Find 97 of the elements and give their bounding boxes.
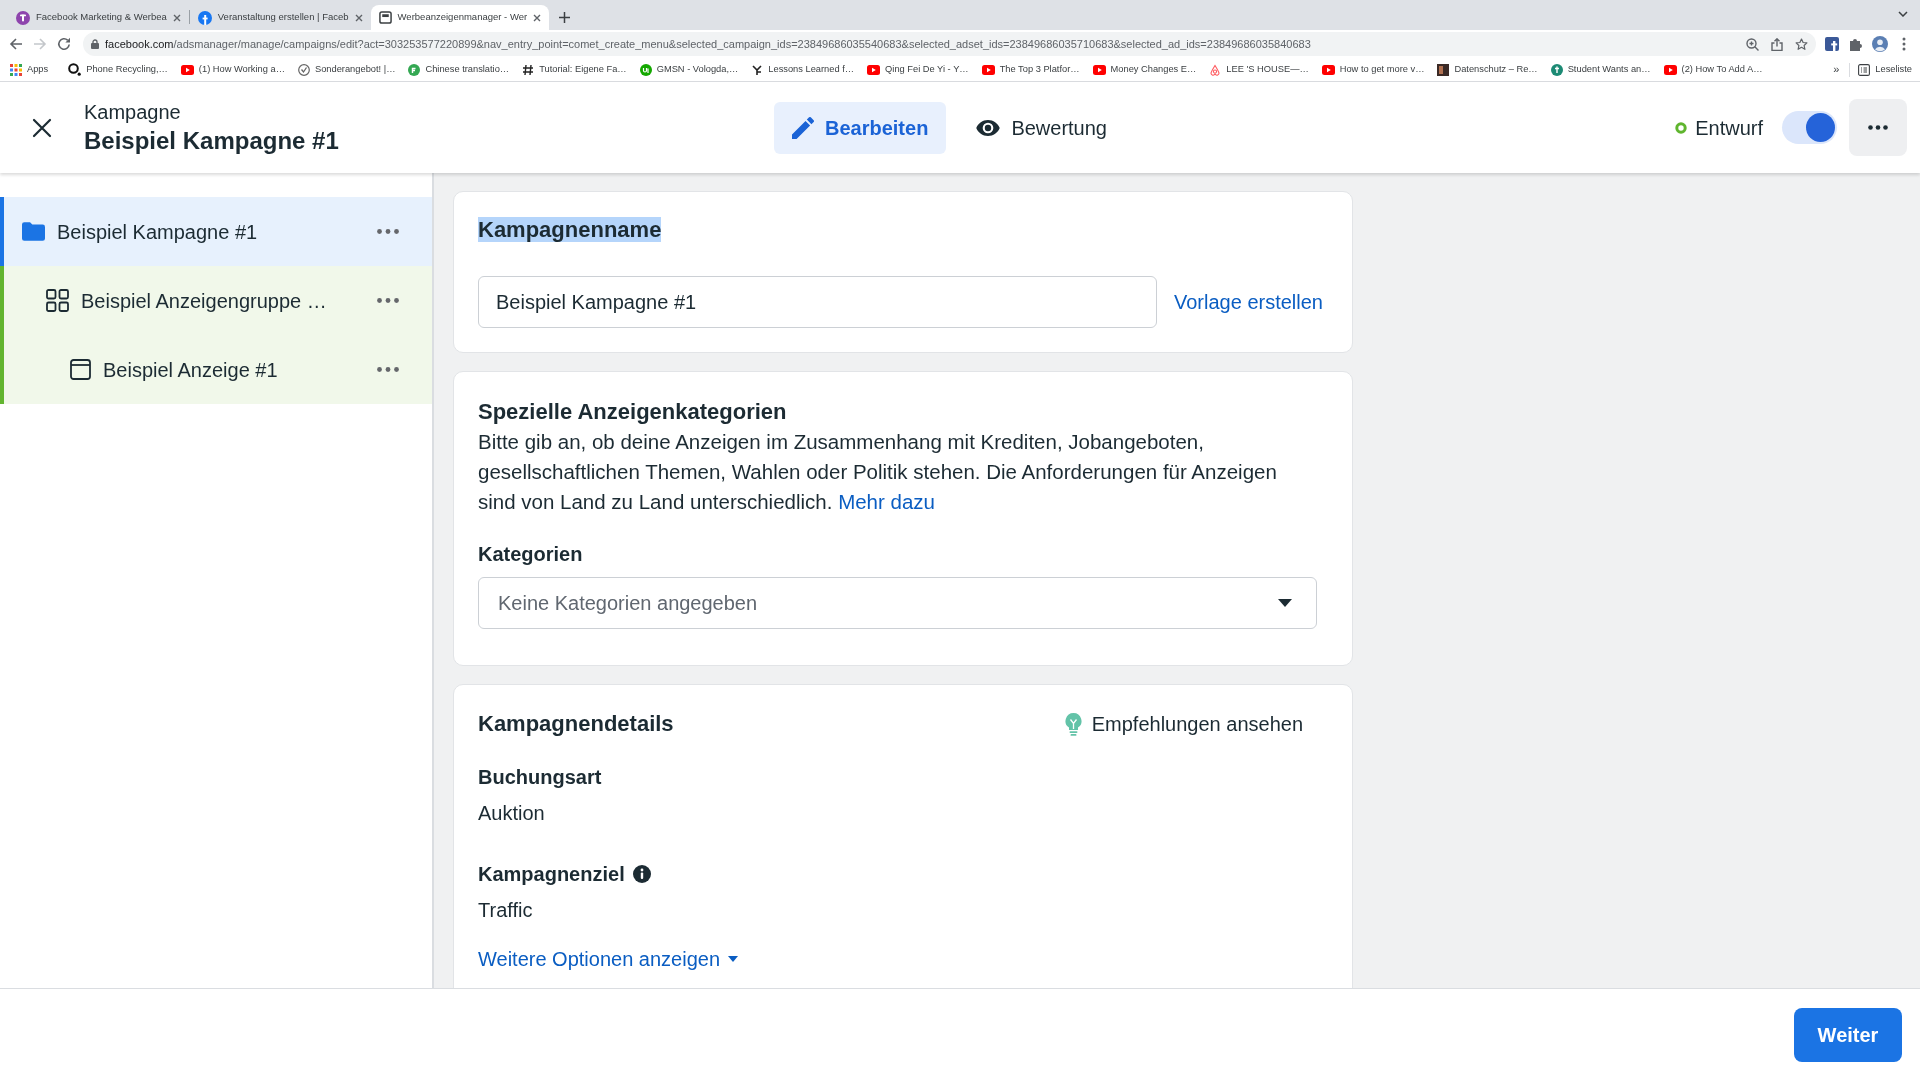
caret-down-icon <box>1278 599 1292 607</box>
sidebar-item[interactable]: Beispiel Anzeige #1 <box>0 335 432 404</box>
reading-list-button[interactable]: Leseliste <box>1858 62 1912 77</box>
field-label: Kategorien <box>478 542 584 567</box>
play-button-icon <box>867 64 881 75</box>
toggle-switch[interactable] <box>1782 111 1837 144</box>
circle-check-icon <box>297 63 310 76</box>
circle-logo-icon <box>197 10 212 25</box>
apps-grid-icon <box>10 63 22 76</box>
bookmark[interactable]: Phone Recycling,… <box>68 62 168 77</box>
browser-tab[interactable]: Werbeanzeigenmanager - Wer <box>370 5 550 30</box>
bookmark[interactable]: Sonderangebot! |… <box>297 62 396 77</box>
outline-logo-icon <box>1209 63 1222 76</box>
bookmark[interactable]: Chinese translatio… <box>408 62 510 77</box>
more-icon <box>1868 125 1888 130</box>
grid-icon <box>46 289 69 312</box>
play-button-icon <box>1663 64 1677 75</box>
play-button-icon <box>180 64 194 75</box>
bookmarks-overflow-button[interactable]: » <box>1833 61 1840 78</box>
thumbnail-icon <box>1437 63 1450 76</box>
status-ring-icon <box>1675 121 1688 134</box>
section-title: Kampagnenname <box>478 217 662 242</box>
reload-icon[interactable] <box>57 37 71 51</box>
next-button[interactable]: Weiter <box>1794 1007 1902 1062</box>
sidebar-item[interactable]: Beispiel Anzeigengruppe … <box>0 266 432 335</box>
caret-down-icon <box>728 956 738 962</box>
circle-logo-icon <box>408 63 421 76</box>
circle-logo-icon <box>16 10 30 25</box>
reading-list-icon <box>1858 63 1871 76</box>
bookmark[interactable]: Tutorial: Eigene Fa… <box>522 62 627 77</box>
bookmark[interactable]: LEE 'S HOUSE—… <box>1209 62 1309 77</box>
name-input[interactable]: Beispiel Kampagne #1 <box>478 276 1157 328</box>
branch-logo-icon <box>751 63 764 76</box>
status-text: Entwurf <box>1695 115 1763 141</box>
view-tab[interactable]: Bearbeiten <box>774 101 947 154</box>
close-icon[interactable] <box>172 13 181 22</box>
bookmark[interactable]: How to get more v… <box>1321 62 1425 77</box>
bookmark[interactable]: (2) How To Add A… <box>1663 62 1763 77</box>
learn-more-link[interactable]: Mehr dazu <box>838 490 935 513</box>
close-icon[interactable] <box>354 13 363 22</box>
ring-icon <box>68 63 82 76</box>
hash-icon <box>522 63 535 76</box>
puzzle-icon[interactable] <box>1849 37 1863 51</box>
more-options-link[interactable]: Weitere Optionen anzeigen <box>478 944 738 974</box>
plus-icon[interactable] <box>559 12 571 23</box>
more-icon[interactable] <box>377 298 399 303</box>
field-label: Kampagnenziel <box>478 862 625 887</box>
back-arrow-icon[interactable] <box>9 37 23 51</box>
field-value: Traffic <box>478 898 534 923</box>
section-title: Kampagnendetails <box>478 710 674 738</box>
play-button-icon <box>1321 64 1335 75</box>
bookmark[interactable]: The Top 3 Platfor… <box>981 62 1080 77</box>
info-icon[interactable] <box>632 865 651 883</box>
play-button-icon <box>981 64 995 75</box>
sidebar-item[interactable]: Beispiel Kampagne #1 <box>0 197 432 266</box>
zoom-icon[interactable] <box>1746 37 1759 51</box>
field-label: Buchungsart <box>478 765 602 790</box>
bookmark[interactable]: Qing Fei De Yi - Y… <box>867 62 969 77</box>
page-icon <box>378 11 392 24</box>
bookmark[interactable]: Datenschutz – Re… <box>1437 62 1538 77</box>
bookmark[interactable]: Apps <box>10 62 49 77</box>
recommendations-button[interactable]: Empfehlungen ansehen <box>1064 709 1303 739</box>
eye-icon <box>976 119 1001 136</box>
circle-logo-icon <box>639 63 652 76</box>
kebab-menu-icon[interactable] <box>1902 37 1906 51</box>
browser-tab[interactable]: Facebook Marketing & Werbea <box>8 5 189 30</box>
share-icon[interactable] <box>1771 37 1783 51</box>
bookmark[interactable]: Lessons Learned f… <box>751 62 855 77</box>
field-value: Auktion <box>478 801 546 826</box>
category-dropdown[interactable]: Keine Kategorien angegeben <box>478 577 1317 629</box>
window-frame-icon <box>70 359 91 380</box>
close-icon <box>32 117 52 138</box>
more-icon[interactable] <box>377 367 399 372</box>
bookmark[interactable]: (1) How Working a… <box>180 62 285 77</box>
lightbulb-icon <box>1064 712 1082 736</box>
avatar-icon[interactable] <box>1872 36 1888 52</box>
address-bar[interactable]: facebook.com/adsmanager/manage/campaigns/edit?act=303253577220899&nav_entry_point=comet_create_menu&selected_campaign_ids=23849686035540683&selected_adset_ids=23849686035710683&selected_ad_ids=23849686035840683 <box>83 32 1816 56</box>
bookmark[interactable]: GMSN - Vologda,… <box>639 62 739 77</box>
extension-tile-icon[interactable] <box>1825 37 1839 51</box>
circle-logo-icon <box>1550 63 1563 76</box>
folder-icon <box>22 222 45 241</box>
chevron-down-icon[interactable] <box>1898 11 1908 17</box>
description-text: Bitte gib an, ob deine Anzeigen im Zusammenhang mit Krediten, Jobangeboten, gesellschaftlichen Themen, Wahlen oder Politik stehen. Die Anforderungen für Anzeigen sind von Land zu Land unterschiedlich. Mehr dazu <box>478 429 1278 515</box>
section-label: Kampagne <box>84 99 182 125</box>
play-button-icon <box>1092 64 1106 75</box>
page-title: Beispiel Kampagne #1 <box>84 125 339 156</box>
star-icon[interactable] <box>1795 37 1808 51</box>
bookmark[interactable]: Student Wants an… <box>1550 62 1651 77</box>
browser-tab[interactable]: Veranstaltung erstellen | Faceb <box>189 5 371 30</box>
pencil-icon <box>792 116 814 139</box>
lock-icon <box>91 39 99 49</box>
bookmark[interactable]: Money Changes E… <box>1092 62 1197 77</box>
view-tab[interactable]: Bewertung <box>958 101 1125 154</box>
more-icon[interactable] <box>377 229 399 234</box>
create-template-link[interactable]: Vorlage erstellen <box>1174 287 1323 317</box>
section-title: Spezielle Anzeigenkategorien <box>478 398 788 426</box>
close-icon[interactable] <box>533 13 542 22</box>
